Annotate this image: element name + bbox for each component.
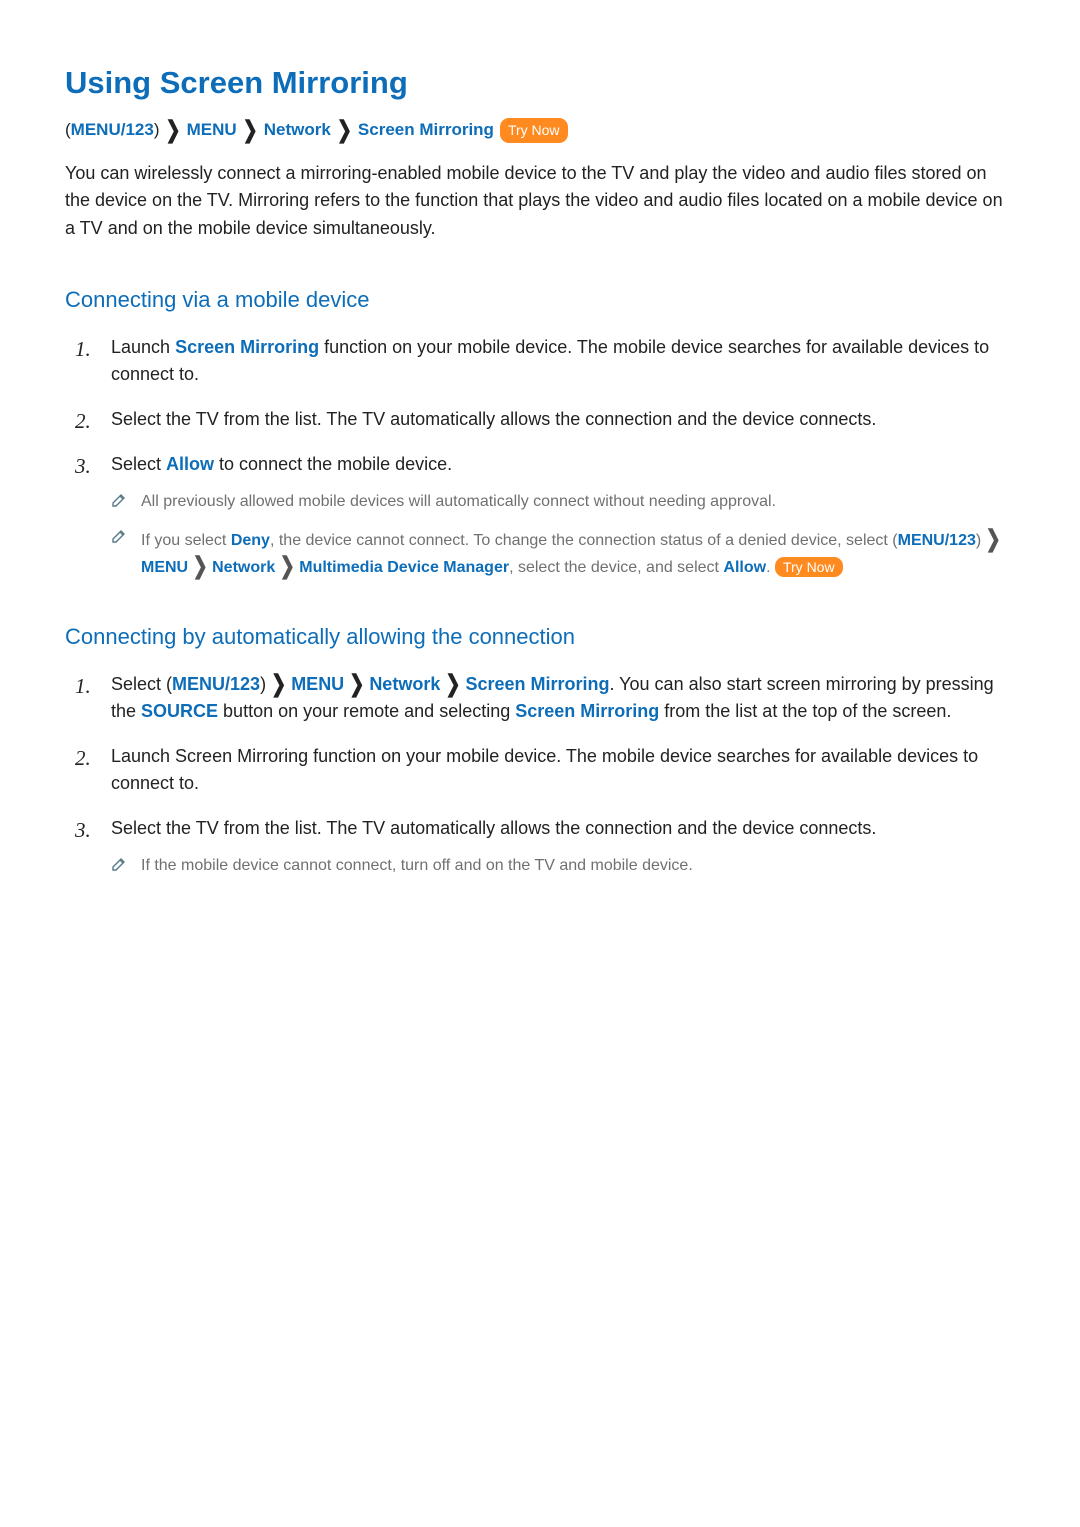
screen-mirroring-label: Screen Mirroring <box>175 337 319 357</box>
chevron-right-icon: ❯ <box>986 522 1001 557</box>
chevron-right-icon: ❯ <box>445 667 460 702</box>
chevron-right-icon: ❯ <box>165 112 180 147</box>
crumb-menu: MENU <box>291 674 344 694</box>
step-text: to connect the mobile device. <box>214 454 452 474</box>
crumb-screen-mirroring: Screen Mirroring <box>465 674 609 694</box>
step-item: Select the TV from the list. The TV auto… <box>75 406 1015 433</box>
crumb-network: Network <box>212 559 275 576</box>
crumb-multimedia-device-manager: Multimedia Device Manager <box>299 559 509 576</box>
crumb-menu: MENU <box>187 117 237 143</box>
step-item: Launch Screen Mirroring function on your… <box>75 743 1015 797</box>
steps-list-1: Launch Screen Mirroring function on your… <box>75 334 1015 580</box>
chevron-right-icon: ❯ <box>193 549 208 584</box>
note-item: If you select Deny, the device cannot co… <box>111 526 1015 580</box>
note-text: If the mobile device cannot connect, tur… <box>141 854 1015 878</box>
crumb-network: Network <box>369 674 440 694</box>
deny-label: Deny <box>231 532 270 549</box>
crumb-network: Network <box>264 117 331 143</box>
allow-label: Allow <box>723 559 766 576</box>
section-title-2: Connecting by automatically allowing the… <box>65 620 1015 653</box>
step-text: Launch <box>111 337 175 357</box>
crumb-menu: MENU <box>141 559 188 576</box>
chevron-right-icon: ❯ <box>271 667 286 702</box>
step-item: Select the TV from the list. The TV auto… <box>75 815 1015 878</box>
breadcrumb: (MENU/123) ❯ MENU ❯ Network ❯ Screen Mir… <box>65 117 1015 144</box>
chevron-right-icon: ❯ <box>280 549 295 584</box>
chevron-right-icon: ❯ <box>243 112 258 147</box>
note-text: If you select Deny, the device cannot co… <box>141 526 1015 580</box>
step-text: Select the TV from the list. The TV auto… <box>111 818 876 838</box>
crumb-menu123: MENU/123 <box>71 120 154 139</box>
screen-mirroring-label: Screen Mirroring <box>515 701 659 721</box>
note-item: All previously allowed mobile devices wi… <box>111 490 1015 514</box>
pencil-icon <box>111 492 127 508</box>
section-title-1: Connecting via a mobile device <box>65 283 1015 316</box>
try-now-badge[interactable]: Try Now <box>500 118 568 143</box>
intro-text: You can wirelessly connect a mirroring-e… <box>65 160 1015 244</box>
note-text: All previously allowed mobile devices wi… <box>141 490 1015 514</box>
note-item: If the mobile device cannot connect, tur… <box>111 854 1015 878</box>
pencil-icon <box>111 856 127 872</box>
step-text: Select <box>111 454 166 474</box>
crumb-screen-mirroring: Screen Mirroring <box>358 117 494 143</box>
chevron-right-icon: ❯ <box>337 112 352 147</box>
pencil-icon <box>111 528 127 544</box>
step-text: Launch Screen Mirroring function on your… <box>111 746 978 793</box>
crumb-menu123: MENU/123 <box>898 532 976 549</box>
crumb-menu123: MENU/123 <box>172 674 260 694</box>
page-title: Using Screen Mirroring <box>65 60 1015 107</box>
chevron-right-icon: ❯ <box>349 667 364 702</box>
step-item: Launch Screen Mirroring function on your… <box>75 334 1015 388</box>
allow-label: Allow <box>166 454 214 474</box>
paren-close: ) <box>154 120 160 139</box>
source-label: SOURCE <box>141 701 218 721</box>
steps-list-2: Select (MENU/123) ❯ MENU ❯ Network ❯ Scr… <box>75 671 1015 878</box>
step-item: Select Allow to connect the mobile devic… <box>75 451 1015 580</box>
step-item: Select (MENU/123) ❯ MENU ❯ Network ❯ Scr… <box>75 671 1015 725</box>
step-text: Select the TV from the list. The TV auto… <box>111 409 876 429</box>
try-now-badge[interactable]: Try Now <box>775 557 843 577</box>
